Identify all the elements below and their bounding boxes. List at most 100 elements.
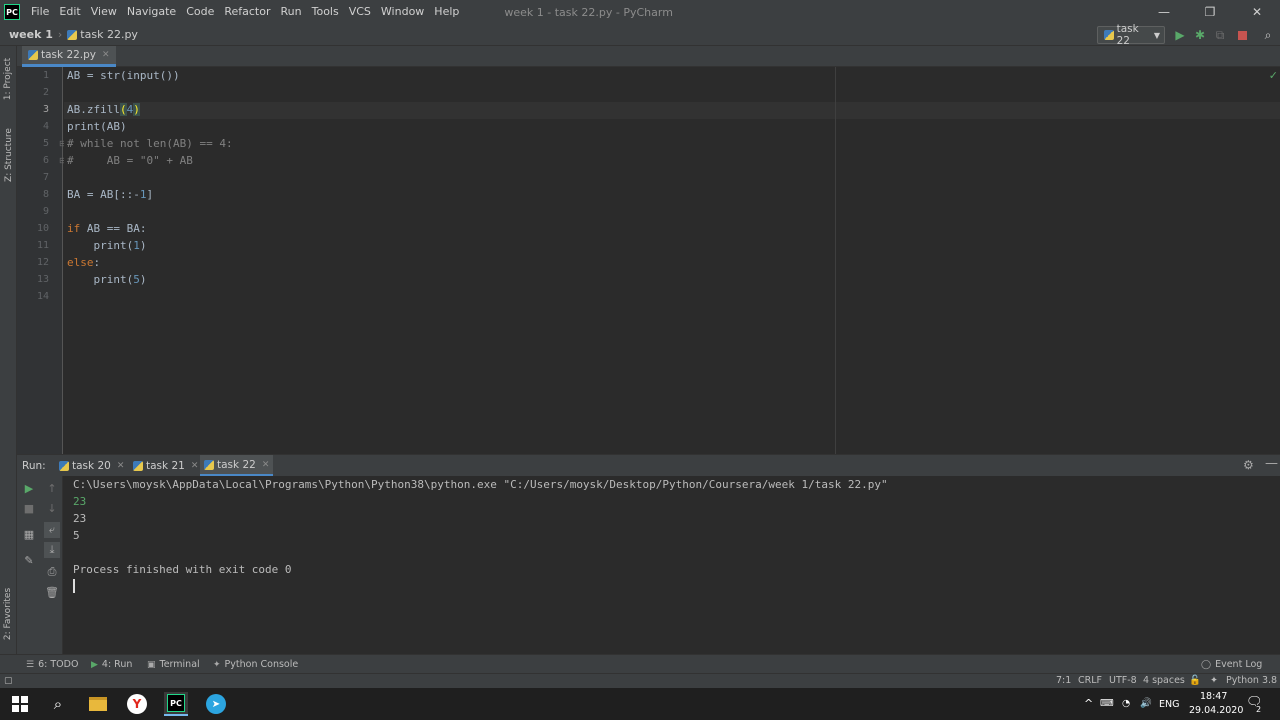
menu-vcs[interactable]: VCS xyxy=(344,0,376,24)
minimize-button[interactable]: — xyxy=(1141,0,1187,24)
code-line-1: AB = str(input()) xyxy=(67,69,180,82)
windows-start-icon[interactable] xyxy=(8,692,32,716)
clock-time[interactable]: 18:47 xyxy=(1200,691,1227,702)
console-user-input: 23 xyxy=(73,495,87,508)
stop-icon[interactable] xyxy=(1234,27,1250,43)
line-number: 9 xyxy=(42,206,49,217)
yandex-browser-icon[interactable]: Y xyxy=(125,692,149,716)
project-tool-tab[interactable]: 1: Project xyxy=(0,54,17,104)
structure-tool-tab[interactable]: Z: Structure xyxy=(0,126,17,184)
scroll-to-end-icon[interactable]: ⤓ xyxy=(44,542,60,558)
code-line-12: else: xyxy=(67,256,101,269)
interpreter-icon: ✦ xyxy=(1210,675,1218,686)
editor-tab-bar: task 22.py ✕ xyxy=(17,46,1280,67)
line-number: 5 xyxy=(42,138,49,149)
search-icon[interactable]: ⌕ xyxy=(46,692,70,716)
console-caret xyxy=(73,579,75,593)
menu-run[interactable]: Run xyxy=(276,0,307,24)
run-tab-task22[interactable]: task 22 ✕ xyxy=(200,455,274,477)
python-file-icon xyxy=(67,29,78,40)
code-line-3: AB.zfill(4) xyxy=(67,103,140,116)
run-icon[interactable]: ▶ xyxy=(1172,27,1188,43)
menu-code[interactable]: Code xyxy=(181,0,219,24)
close-tab-icon[interactable]: ✕ xyxy=(191,461,199,471)
code-editor[interactable]: ✓ AB = str(input()) AB.zfill(4) print(AB… xyxy=(64,67,1280,454)
volume-icon[interactable]: 🔊 xyxy=(1140,698,1152,709)
telegram-icon[interactable]: ➤ xyxy=(204,692,228,716)
scroll-down-icon[interactable]: ↓ xyxy=(44,500,60,516)
toggle-tool-windows-icon[interactable]: ▢ xyxy=(4,674,13,688)
pin-icon[interactable]: ✎ xyxy=(21,552,37,568)
close-tab-icon[interactable]: ✕ xyxy=(102,50,110,60)
breadcrumb-file[interactable]: task 22.py xyxy=(80,28,138,41)
file-explorer-icon[interactable] xyxy=(86,692,110,716)
window-title: week 1 - task 22.py - PyCharm xyxy=(504,5,673,19)
run-tool-tab[interactable]: ▶ 4: Run xyxy=(91,655,132,674)
navigation-bar: week 1 › task 22.py task 22 ▼ ▶ ✱ ⧉ ⌕ xyxy=(0,23,1280,47)
run-tab-task20[interactable]: task 20 ✕ xyxy=(55,455,128,477)
run-panel-header: Run: task 20 ✕ task 21 ✕ task 22 ✕ ⚙ — xyxy=(17,454,1280,477)
console-command: C:\Users\moysk\AppData\Local\Programs\Py… xyxy=(73,478,888,491)
breadcrumb-separator-icon: › xyxy=(57,28,63,41)
keyboard-icon[interactable]: ⌨ xyxy=(1100,698,1114,709)
settings-gear-icon[interactable]: ⚙ xyxy=(1243,458,1254,472)
python-console-icon: ✦ xyxy=(213,659,221,670)
run-tab-task21[interactable]: task 21 ✕ xyxy=(129,455,202,477)
line-number-gutter: 1 2 3 4 5 6 7 8 9 10 11 12 13 14 ⊟ ⊟ xyxy=(17,67,66,454)
breadcrumb-project[interactable]: week 1 xyxy=(9,28,53,41)
list-icon: ☰ xyxy=(26,659,35,670)
run-console[interactable]: C:\Users\moysk\AppData\Local\Programs\Py… xyxy=(64,476,1280,654)
run-with-coverage-icon[interactable]: ⧉ xyxy=(1212,27,1228,43)
python-console-tool-tab[interactable]: ✦ Python Console xyxy=(213,655,298,674)
hide-panel-icon[interactable]: — xyxy=(1265,456,1278,471)
soft-wrap-icon[interactable]: ⤶ xyxy=(44,522,60,538)
search-icon[interactable]: ⌕ xyxy=(1260,27,1276,43)
pycharm-taskbar-icon[interactable]: PC xyxy=(164,692,188,716)
python-interpreter[interactable]: Python 3.8 xyxy=(1226,674,1277,688)
rerun-icon[interactable]: ▶ xyxy=(21,480,37,496)
print-icon[interactable]: ⎙ xyxy=(44,564,60,580)
close-tab-icon[interactable]: ✕ xyxy=(117,461,125,471)
code-line-8: BA = AB[::-1] xyxy=(67,188,154,201)
menu-edit[interactable]: Edit xyxy=(54,0,85,24)
code-line-5: # while not len(AB) == 4: xyxy=(67,137,233,150)
chevron-down-icon: ▼ xyxy=(1153,30,1160,40)
trash-icon[interactable]: 🗑 xyxy=(44,584,60,600)
terminal-tool-tab[interactable]: ▣ Terminal xyxy=(147,655,200,674)
python-file-icon xyxy=(1104,30,1114,40)
menu-navigate[interactable]: Navigate xyxy=(122,0,181,24)
run-configuration-select[interactable]: task 22 ▼ xyxy=(1097,23,1165,47)
scroll-up-icon[interactable]: ↑ xyxy=(44,480,60,496)
console-exit-message: Process finished with exit code 0 xyxy=(73,563,292,576)
editor-tab-task22[interactable]: task 22.py ✕ xyxy=(22,46,116,67)
favorites-tool-tab[interactable]: 2: Favorites xyxy=(0,584,17,644)
layout-icon[interactable]: ▦ xyxy=(21,526,37,542)
line-separator[interactable]: CRLF xyxy=(1078,674,1102,688)
todo-tool-tab[interactable]: ☰ 6: TODO xyxy=(26,655,78,674)
caret-position[interactable]: 7:1 xyxy=(1056,674,1071,688)
python-file-icon xyxy=(59,461,69,471)
clock-date[interactable]: 29.04.2020 xyxy=(1189,705,1243,716)
event-log-tool-tab[interactable]: ◯ Event Log xyxy=(1201,655,1262,674)
wifi-icon[interactable]: ◔ xyxy=(1122,698,1130,709)
file-encoding[interactable]: UTF-8 xyxy=(1109,674,1137,688)
debug-bug-icon[interactable]: ✱ xyxy=(1192,27,1208,43)
menu-window[interactable]: Window xyxy=(376,0,429,24)
menu-help[interactable]: Help xyxy=(429,0,464,24)
indent-setting[interactable]: 4 spaces xyxy=(1143,674,1185,688)
python-file-icon xyxy=(28,50,38,60)
restore-button[interactable]: ❐ xyxy=(1187,0,1233,24)
menu-refactor[interactable]: Refactor xyxy=(219,0,275,24)
close-window-button[interactable]: ✕ xyxy=(1234,0,1280,24)
close-tab-icon[interactable]: ✕ xyxy=(262,460,270,470)
menu-view[interactable]: View xyxy=(86,0,122,24)
windows-taskbar: ⌕ Y PC ➤ ^ ⌨ ◔ 🔊 ENG 18:47 29.04.2020 🗨 … xyxy=(0,688,1280,720)
show-hidden-icons-icon[interactable]: ^ xyxy=(1084,697,1093,710)
menu-tools[interactable]: Tools xyxy=(307,0,344,24)
stop-run-icon[interactable]: ■ xyxy=(21,500,37,516)
menu-file[interactable]: File xyxy=(26,0,54,24)
notification-count-badge: 2 xyxy=(1256,705,1262,714)
line-number: 13 xyxy=(36,274,49,285)
input-language[interactable]: ENG xyxy=(1159,699,1179,710)
line-number: 7 xyxy=(42,172,49,183)
